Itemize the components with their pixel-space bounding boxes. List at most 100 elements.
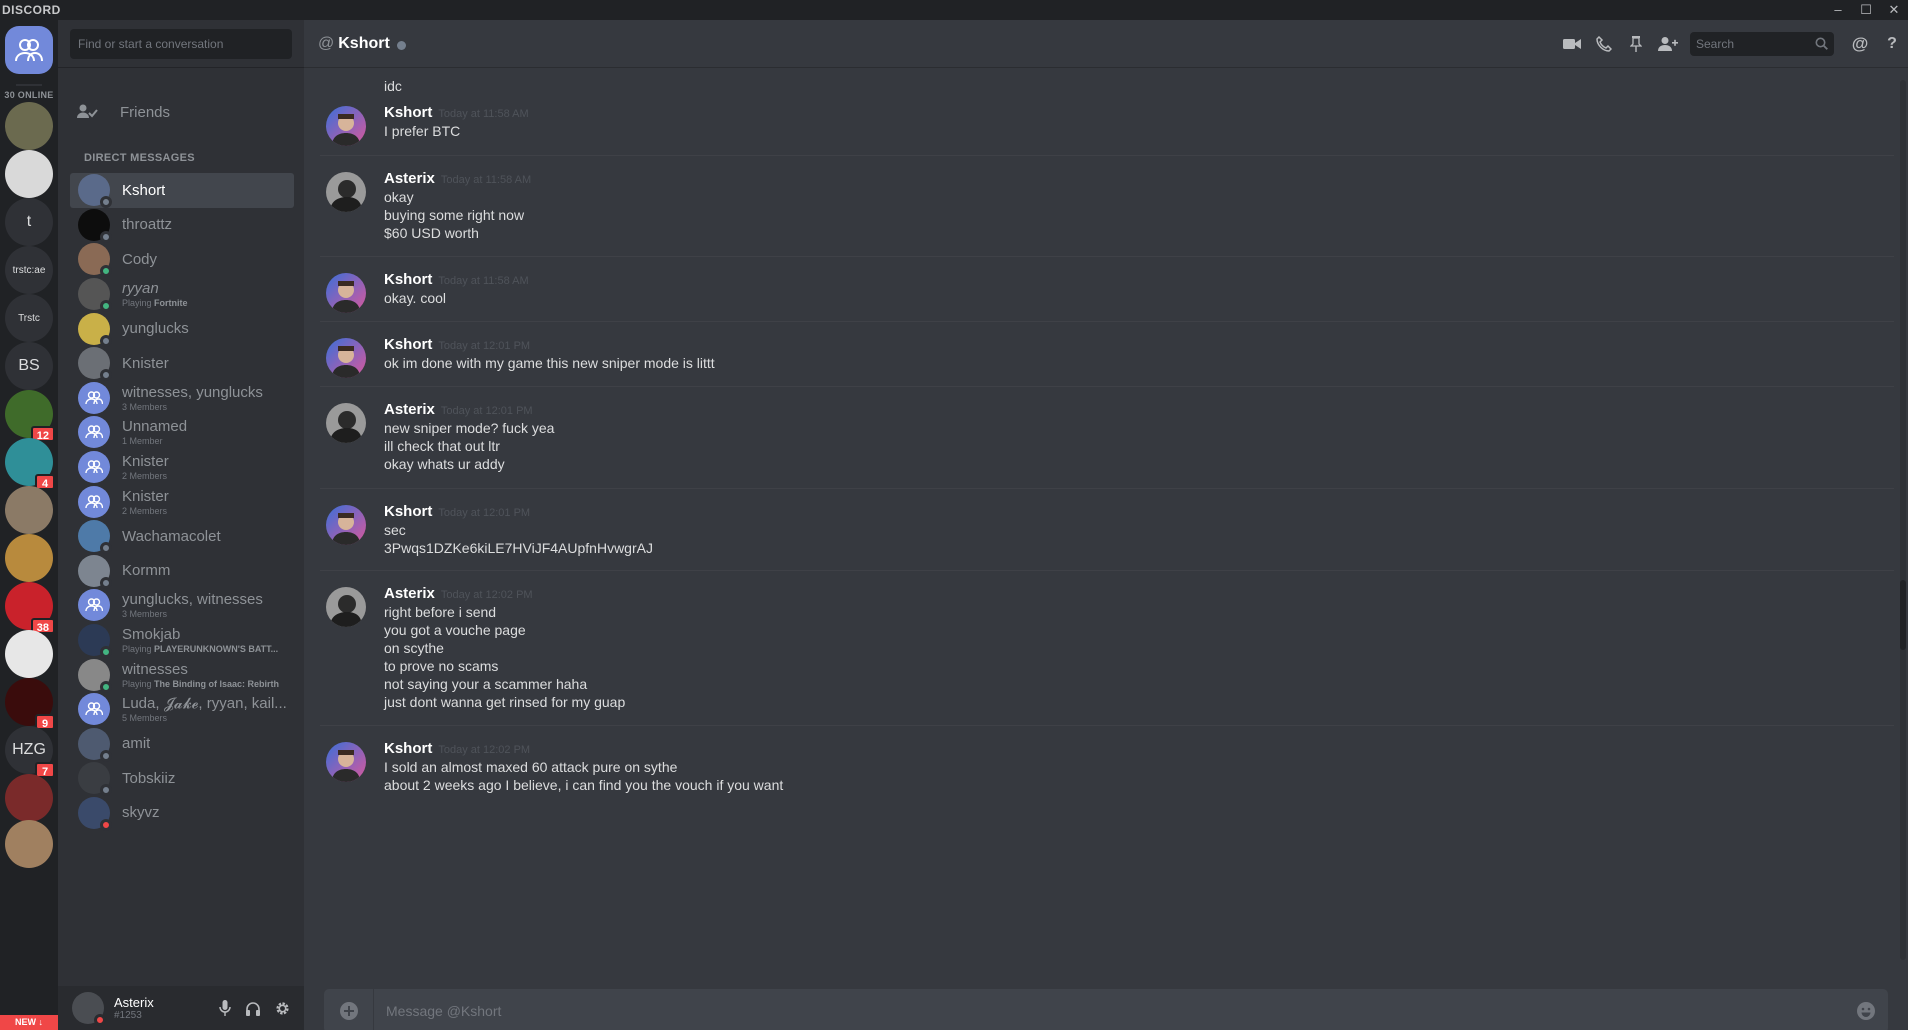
message-group[interactable]: Asterix Today at 12:02 PM right before i s… — [320, 570, 1894, 724]
message-group[interactable]: Kshort Today at 11:58 AM okay. cool — [320, 256, 1894, 320]
message-author-avatar[interactable] — [326, 172, 366, 212]
message-author-avatar[interactable] — [326, 338, 366, 378]
message-list[interactable]: idc Kshort Today at 11:58 AM I prefer BTC A… — [304, 68, 1898, 965]
new-unread-pill[interactable]: NEW ↓ — [0, 1015, 58, 1030]
user-discriminator: #1253 — [114, 1010, 142, 1021]
add-friend-icon[interactable] — [1652, 36, 1684, 52]
message-author-avatar[interactable] — [326, 403, 366, 443]
message-author[interactable]: Kshort — [384, 104, 432, 121]
dm-name: Unnamed — [122, 418, 188, 436]
server-icon[interactable]: 38 — [5, 582, 55, 634]
message-author[interactable]: Kshort — [384, 503, 432, 520]
server-icon[interactable] — [5, 774, 53, 822]
dm-item[interactable]: Tobskiiz — [70, 761, 294, 797]
dm-group-item[interactable]: yunglucks, witnesses 3 Members — [70, 588, 294, 623]
dm-item[interactable]: witnesses Playing The Binding of Isaac: R… — [70, 657, 294, 693]
maximize-icon[interactable]: ☐ — [1852, 0, 1880, 20]
server-icon[interactable] — [5, 102, 53, 150]
message-author-avatar[interactable] — [326, 273, 366, 313]
dm-item[interactable]: Cody — [70, 242, 294, 278]
friends-nav-item[interactable]: Friends — [70, 92, 292, 132]
mentions-icon[interactable]: @ — [1844, 34, 1876, 54]
dm-item[interactable]: Knister — [70, 346, 294, 382]
settings-gear-icon[interactable] — [275, 1000, 290, 1016]
message-search[interactable] — [1690, 32, 1834, 56]
server-icon[interactable]: 9 — [5, 678, 55, 730]
dm-name: ryyan — [122, 280, 159, 298]
message-author[interactable]: Asterix — [384, 401, 435, 418]
dm-group-item[interactable]: Unnamed 1 Member — [70, 415, 294, 450]
server-icon[interactable]: 12 — [5, 390, 55, 442]
dm-item[interactable]: Smokjab Playing PLAYERUNKNOWN'S BATT... — [70, 623, 294, 659]
dm-text: Cody — [122, 251, 157, 268]
message-author[interactable]: Asterix — [384, 585, 435, 602]
dm-group-item[interactable]: witnesses, yunglucks 3 Members — [70, 381, 294, 416]
message-author-avatar[interactable] — [326, 587, 366, 627]
message-author[interactable]: Kshort — [384, 271, 432, 288]
message-input[interactable] — [374, 989, 1844, 1030]
dm-avatar — [78, 243, 112, 278]
server-icon[interactable] — [5, 534, 53, 582]
dm-item[interactable]: throattz — [70, 208, 294, 243]
message-body: Kshort Today at 12:01 PM ok im done with m… — [384, 336, 715, 372]
headphones-icon[interactable] — [245, 1000, 261, 1016]
server-icon[interactable]: t — [5, 198, 53, 246]
dm-group-item[interactable]: Luda, 𝓙𝓪𝓴𝓮, ryyan, kail... 5 Members — [70, 692, 294, 727]
upload-plus-icon[interactable] — [324, 989, 374, 1030]
server-icon[interactable]: HZG 7 — [5, 726, 55, 778]
dm-group-item[interactable]: Knister 2 Members — [70, 484, 294, 519]
server-icon[interactable] — [5, 150, 53, 198]
message-author-avatar[interactable] — [326, 742, 366, 782]
message-group[interactable]: Asterix Today at 11:58 AM okay buying some … — [320, 155, 1894, 255]
message-group[interactable]: Kshort Today at 11:58 AM I prefer BTC — [320, 90, 1894, 154]
dm-subtext-prefix: 2 Members — [122, 505, 168, 516]
message-author[interactable]: Kshort — [384, 740, 432, 757]
message-group[interactable]: Kshort Today at 12:01 PM sec 3Pwqs1DZKe6kiL… — [320, 488, 1894, 570]
minimize-icon[interactable]: – — [1824, 0, 1852, 20]
message-scrollbar-thumb[interactable] — [1900, 580, 1906, 650]
message-author-avatar[interactable] — [326, 106, 366, 146]
server-icon[interactable] — [5, 630, 53, 678]
message-author[interactable]: Kshort — [384, 336, 432, 353]
message-scrollbar-track[interactable] — [1900, 80, 1906, 960]
conversation-search-input[interactable] — [70, 29, 292, 59]
close-icon[interactable]: ✕ — [1880, 0, 1908, 20]
dm-item[interactable]: Kormm — [70, 554, 294, 589]
server-icon[interactable]: trstc:ae — [5, 246, 53, 294]
message-author[interactable]: Asterix — [384, 170, 435, 187]
dm-item[interactable]: ryyan Playing Fortnite — [70, 277, 294, 313]
status-offline-indicator — [100, 369, 112, 382]
server-icon[interactable]: BS — [5, 342, 53, 390]
server-icon[interactable]: 4 — [5, 438, 55, 490]
message-search-input[interactable] — [1690, 32, 1834, 56]
home-friends-button[interactable] — [5, 26, 53, 74]
emoji-picker-icon[interactable] — [1844, 1001, 1888, 1021]
server-icon[interactable]: Trstc — [5, 294, 53, 342]
pinned-messages-icon[interactable] — [1620, 36, 1652, 52]
group-dm-icon — [78, 451, 110, 484]
voice-call-icon[interactable] — [1588, 36, 1620, 52]
dm-item[interactable]: Kshort — [70, 173, 294, 209]
video-call-icon[interactable] — [1556, 38, 1588, 50]
dm-text: amit — [122, 735, 150, 752]
server-icon[interactable] — [5, 820, 53, 868]
dm-text: witnesses, yunglucks 3 Members — [122, 384, 263, 412]
message-group[interactable]: Kshort Today at 12:01 PM ok im done with m… — [320, 321, 1894, 385]
dm-item[interactable]: amit — [70, 727, 294, 762]
user-avatar[interactable] — [72, 992, 106, 1026]
dm-subtext: Playing Fortnite — [122, 298, 188, 308]
dm-item[interactable]: Wachamacolet — [70, 519, 294, 555]
server-icon[interactable] — [5, 486, 53, 534]
microphone-icon[interactable] — [219, 1000, 231, 1016]
message-group[interactable]: Asterix Today at 12:01 PM new sniper mode?… — [320, 386, 1894, 486]
dm-item[interactable]: yunglucks — [70, 311, 294, 347]
message-group[interactable]: Kshort Today at 12:02 PM I sold an almost … — [320, 725, 1894, 807]
help-icon[interactable]: ? — [1876, 35, 1908, 53]
dm-item[interactable]: skyvz — [70, 796, 294, 831]
message-text: ill check that out ltr — [384, 438, 500, 454]
dm-name: yunglucks, witnesses — [122, 591, 263, 609]
dm-group-item[interactable]: Knister 2 Members — [70, 450, 294, 485]
message-author-avatar[interactable] — [326, 505, 366, 545]
group-dm-icon — [78, 416, 110, 449]
message-text: buying some right now — [384, 207, 525, 223]
